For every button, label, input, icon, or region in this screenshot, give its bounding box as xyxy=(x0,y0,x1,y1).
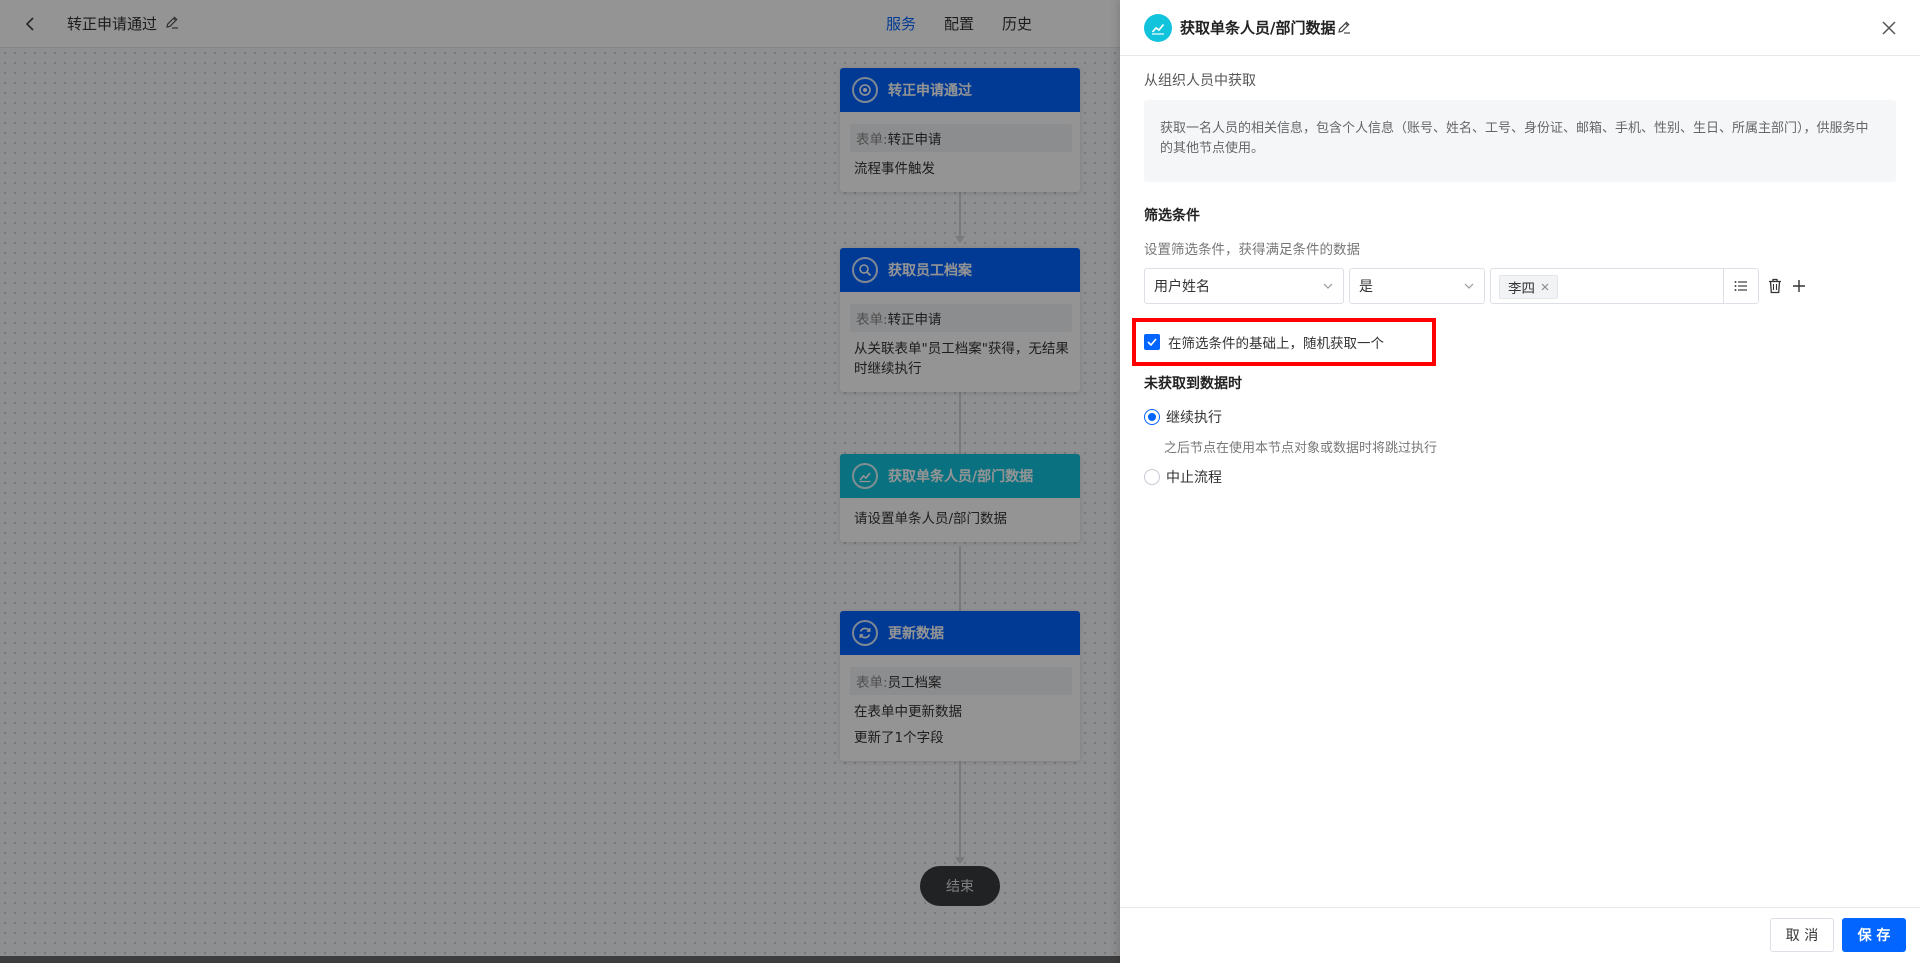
value-tag-label: 李四 xyxy=(1508,281,1535,297)
value-tag: 李四 xyxy=(1499,275,1558,299)
cancel-button[interactable]: 取 消 xyxy=(1770,918,1834,952)
radio-continue[interactable]: 继续执行 xyxy=(1144,407,1222,427)
save-button[interactable]: 保 存 xyxy=(1842,918,1906,952)
plus-icon[interactable] xyxy=(1790,277,1808,295)
edit-title-icon[interactable] xyxy=(1336,19,1354,37)
trash-icon[interactable] xyxy=(1766,277,1784,295)
drawer-footer: 取 消 保 存 xyxy=(1120,907,1920,963)
close-icon[interactable] xyxy=(1878,17,1900,39)
radio-selected-icon[interactable] xyxy=(1144,409,1160,425)
continue-hint: 之后节点在使用本节点对象或数据时将跳过执行 xyxy=(1164,441,1438,456)
filter-section-title: 筛选条件 xyxy=(1144,208,1200,224)
modal-overlay[interactable] xyxy=(0,0,1120,963)
no-data-section-title: 未获取到数据时 xyxy=(1144,376,1242,392)
filter-operator-select[interactable]: 是 xyxy=(1349,268,1485,304)
drawer-title: 获取单条人员/部门数据 xyxy=(1180,19,1336,37)
chevron-down-icon xyxy=(1464,283,1474,289)
chevron-down-icon xyxy=(1323,283,1333,289)
filter-operator-value: 是 xyxy=(1359,279,1373,295)
workflow-editor: 转正申请通过 服务 配置 历史 转正申请通过 表单:转正申请 流程事件触发 获取… xyxy=(0,0,1120,963)
list-icon xyxy=(1734,281,1747,291)
filter-value-input[interactable]: 李四 xyxy=(1490,268,1724,304)
filter-field-select[interactable]: 用户姓名 xyxy=(1144,268,1344,304)
node-config-drawer: 获取单条人员/部门数据 从组织人员中获取 获取一名人员的相关信息，包含个人信息（… xyxy=(1120,0,1920,963)
source-label: 从组织人员中获取 xyxy=(1144,73,1256,89)
checkbox-checked-icon[interactable] xyxy=(1144,334,1160,350)
random-pick-label: 在筛选条件的基础上，随机获取一个 xyxy=(1168,336,1384,352)
value-list-button[interactable] xyxy=(1723,268,1759,304)
drawer-header: 获取单条人员/部门数据 xyxy=(1120,0,1920,56)
radio-continue-label: 继续执行 xyxy=(1166,410,1222,426)
tag-close-icon[interactable] xyxy=(1539,281,1551,293)
radio-unselected-icon[interactable] xyxy=(1144,469,1160,485)
radio-stop-label: 中止流程 xyxy=(1166,470,1222,486)
filter-section-desc: 设置筛选条件，获得满足条件的数据 xyxy=(1144,242,1360,258)
node-description: 获取一名人员的相关信息，包含个人信息（账号、姓名、工号、身份证、邮箱、手机、性别… xyxy=(1144,100,1896,182)
radio-stop[interactable]: 中止流程 xyxy=(1144,467,1222,487)
filter-field-value: 用户姓名 xyxy=(1154,279,1210,295)
random-pick-checkbox[interactable]: 在筛选条件的基础上，随机获取一个 xyxy=(1144,332,1384,352)
chart-line-icon xyxy=(1144,14,1172,42)
